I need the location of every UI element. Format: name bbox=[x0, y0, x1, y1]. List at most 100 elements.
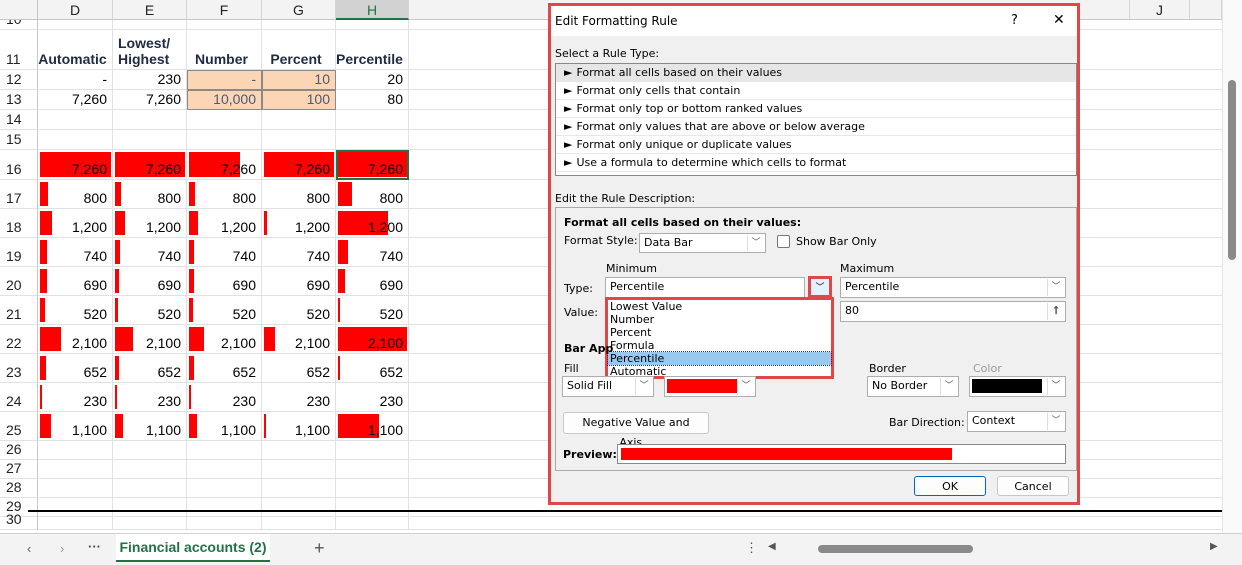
range-select-icon[interactable]: ⭡ bbox=[1047, 303, 1064, 320]
rule-type-item[interactable]: ► Format only cells that contain bbox=[556, 82, 1076, 100]
data-bar-cell[interactable]: 7,260 bbox=[113, 150, 187, 180]
row-header-10[interactable]: 10 bbox=[0, 11, 38, 30]
sheet-tab-financial-accounts[interactable]: Financial accounts (2) bbox=[116, 534, 270, 562]
row-header-16[interactable]: 16 bbox=[0, 150, 38, 180]
scroll-left-icon[interactable]: ◀ bbox=[768, 541, 776, 552]
max-value-cell[interactable]: 100 bbox=[262, 90, 336, 110]
cell[interactable] bbox=[38, 498, 113, 517]
column-header-k[interactable] bbox=[1190, 0, 1222, 20]
cell[interactable] bbox=[187, 20, 262, 30]
data-bar-cell[interactable]: 1,100 bbox=[336, 412, 409, 441]
cell[interactable] bbox=[262, 441, 336, 460]
data-bar-cell[interactable]: 800 bbox=[336, 180, 409, 209]
add-sheet-icon[interactable]: + bbox=[314, 538, 325, 559]
rule-type-item[interactable]: ► Format only top or bottom ranked values bbox=[556, 100, 1076, 118]
cell[interactable] bbox=[38, 517, 113, 530]
rule-type-item[interactable]: ► Format only values that are above or be… bbox=[556, 118, 1076, 136]
cell[interactable] bbox=[262, 460, 336, 479]
cell[interactable] bbox=[113, 130, 187, 150]
row-header-15[interactable]: 15 bbox=[0, 130, 38, 150]
border-type-select[interactable]: No Border ﹀ bbox=[867, 376, 959, 397]
cell[interactable] bbox=[262, 110, 336, 130]
data-bar-cell[interactable]: 2,100 bbox=[38, 325, 113, 354]
minimum-type-option[interactable]: Lowest Value bbox=[608, 300, 831, 313]
column-title-cell[interactable]: Percent bbox=[262, 30, 336, 70]
data-bar-cell[interactable]: 652 bbox=[336, 354, 409, 383]
min-value-cell[interactable]: 10 bbox=[262, 70, 336, 90]
data-bar-cell[interactable]: 7,260 bbox=[38, 150, 113, 180]
options-dots-icon[interactable]: ⋮ bbox=[745, 540, 758, 556]
data-bar-cell[interactable]: 740 bbox=[336, 238, 409, 267]
maximum-value-input[interactable]: 80 ⭡ bbox=[840, 301, 1066, 322]
cell[interactable] bbox=[187, 498, 262, 517]
data-bar-cell[interactable]: 2,100 bbox=[187, 325, 262, 354]
next-sheet-icon[interactable]: › bbox=[60, 541, 64, 556]
data-bar-cell[interactable]: 800 bbox=[262, 180, 336, 209]
row-header-25[interactable]: 25 bbox=[0, 412, 38, 441]
data-bar-cell[interactable]: 1,100 bbox=[113, 412, 187, 441]
data-bar-cell[interactable]: 7,260 bbox=[336, 150, 409, 180]
data-bar-cell[interactable]: 652 bbox=[38, 354, 113, 383]
data-bar-cell[interactable]: 2,100 bbox=[113, 325, 187, 354]
cell[interactable] bbox=[336, 460, 409, 479]
more-sheets-icon[interactable]: ··· bbox=[88, 539, 101, 554]
vertical-scrollbar[interactable] bbox=[1222, 0, 1242, 533]
cell[interactable] bbox=[187, 130, 262, 150]
border-color-select[interactable]: ﹀ bbox=[969, 376, 1066, 397]
data-bar-cell[interactable]: 520 bbox=[336, 296, 409, 325]
column-title-cell[interactable]: Number bbox=[187, 30, 262, 70]
data-bar-cell[interactable]: 800 bbox=[113, 180, 187, 209]
select-all-corner[interactable] bbox=[0, 0, 38, 20]
data-bar-cell[interactable]: 1,100 bbox=[38, 412, 113, 441]
row-header-21[interactable]: 21 bbox=[0, 296, 38, 325]
data-bar-cell[interactable]: 740 bbox=[38, 238, 113, 267]
bar-direction-select[interactable]: Context ﹀ bbox=[967, 411, 1066, 432]
cell[interactable] bbox=[336, 479, 409, 498]
data-bar-cell[interactable]: 690 bbox=[113, 267, 187, 296]
data-bar-cell[interactable]: 690 bbox=[262, 267, 336, 296]
row-header-27[interactable]: 27 bbox=[0, 460, 38, 479]
max-value-cell[interactable]: 7,260 bbox=[113, 90, 187, 110]
help-button[interactable]: ? bbox=[1011, 13, 1018, 28]
row-header-22[interactable]: 22 bbox=[0, 325, 38, 354]
cell[interactable] bbox=[113, 110, 187, 130]
data-bar-cell[interactable]: 1,200 bbox=[262, 209, 336, 238]
column-title-cell[interactable]: Lowest/ Highest bbox=[113, 30, 187, 70]
cell[interactable] bbox=[38, 460, 113, 479]
cell[interactable] bbox=[262, 498, 336, 517]
data-bar-cell[interactable]: 1,200 bbox=[187, 209, 262, 238]
data-bar-cell[interactable]: 690 bbox=[187, 267, 262, 296]
column-header-h[interactable]: H bbox=[336, 0, 409, 20]
cell[interactable] bbox=[336, 517, 409, 530]
cell[interactable] bbox=[262, 130, 336, 150]
column-header-f[interactable]: F bbox=[187, 0, 262, 20]
cell[interactable] bbox=[38, 20, 113, 30]
prev-sheet-icon[interactable]: ‹ bbox=[27, 541, 31, 556]
row-header-28[interactable]: 28 bbox=[0, 479, 38, 498]
row-header-12[interactable]: 12 bbox=[0, 70, 38, 90]
cell[interactable] bbox=[187, 517, 262, 530]
cell[interactable] bbox=[38, 441, 113, 460]
data-bar-cell[interactable]: 230 bbox=[262, 383, 336, 412]
data-bar-cell[interactable]: 230 bbox=[187, 383, 262, 412]
data-bar-cell[interactable]: 7,260 bbox=[262, 150, 336, 180]
row-header-24[interactable]: 24 bbox=[0, 383, 38, 412]
negative-value-axis-button[interactable]: Negative Value and Axis... bbox=[563, 412, 709, 449]
data-bar-cell[interactable]: 740 bbox=[187, 238, 262, 267]
minimum-type-option[interactable]: Formula bbox=[608, 339, 831, 352]
data-bar-cell[interactable]: 1,200 bbox=[336, 209, 409, 238]
data-bar-cell[interactable]: 2,100 bbox=[336, 325, 409, 354]
minimum-type-option[interactable]: Percent bbox=[608, 326, 831, 339]
cell[interactable] bbox=[113, 517, 187, 530]
rule-type-item[interactable]: ► Format only unique or duplicate values bbox=[556, 136, 1076, 154]
data-bar-cell[interactable]: 652 bbox=[187, 354, 262, 383]
cell[interactable] bbox=[336, 110, 409, 130]
row-header-19[interactable]: 19 bbox=[0, 238, 38, 267]
data-bar-cell[interactable]: 740 bbox=[262, 238, 336, 267]
data-bar-cell[interactable]: 7,260 bbox=[187, 150, 262, 180]
cell[interactable] bbox=[113, 441, 187, 460]
fill-color-select[interactable]: ﹀ bbox=[664, 376, 756, 397]
cell[interactable] bbox=[262, 479, 336, 498]
data-bar-cell[interactable]: 1,100 bbox=[262, 412, 336, 441]
row-header-11[interactable]: 11 bbox=[0, 30, 38, 70]
